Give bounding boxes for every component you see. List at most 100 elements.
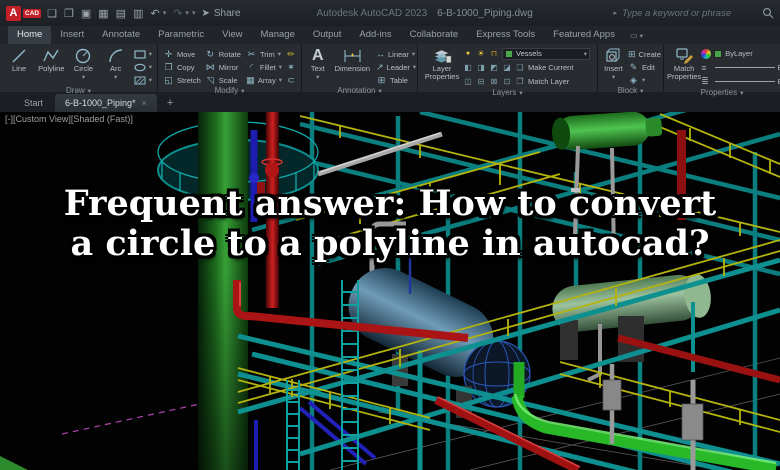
close-tab-icon[interactable]: × [142,98,147,108]
layer-properties-button[interactable]: Layer Properties [421,46,463,81]
tab-document[interactable]: 6-B-1000_Piping* × [55,94,157,112]
tab-insert[interactable]: Insert [51,26,93,44]
trim-button[interactable]: ✂ Trim ▾ [246,48,282,60]
search-expand-icon[interactable]: ▸ [613,9,617,17]
match-layer-button[interactable]: Match Layer [528,77,569,86]
leader-button[interactable]: ↗ Leader ▾ [376,61,416,73]
share-button[interactable]: ➤ Share [201,8,240,19]
dimension-button[interactable]: Dimension [331,46,374,73]
viewport-controls[interactable]: [-][Custom View][Shaded (Fast)] [5,114,133,124]
hatch-button[interactable]: ▾ [134,74,152,86]
arc-flyout-icon[interactable]: ▾ [114,73,117,81]
document-title: 6-B-1000_Piping.dwg [437,7,533,19]
table-icon: ⊞ [377,74,386,85]
save-icon[interactable]: ▣ [81,7,91,20]
move-button[interactable]: ✛ Move [163,48,201,60]
tab-express-tools[interactable]: Express Tools [467,26,544,44]
layer-tool-icon[interactable]: ⊟ [476,77,486,86]
panel-label-block[interactable]: Block ▾ [598,86,663,95]
tab-view[interactable]: View [213,26,251,44]
tab-featured-apps[interactable]: Featured Apps [544,26,624,44]
tab-annotate[interactable]: Annotate [93,26,149,44]
match-properties-button[interactable]: Match Properties [667,46,701,81]
linear-icon: ↔ [376,49,385,59]
layer-tool-icon[interactable]: ◫ [463,77,473,86]
tab-add-ins[interactable]: Add-ins [350,26,400,44]
text-flyout-icon[interactable]: ▾ [316,73,319,81]
layer-lock-icon[interactable]: ⊓ [489,49,499,58]
redo-dropdown-icon[interactable]: ▾ [185,9,189,17]
new-file-icon[interactable]: ❏ [47,7,57,20]
erase-button[interactable]: ✏ [286,48,296,60]
edit-block-button[interactable]: ✎ Edit [628,61,658,73]
fillet-icon: ◜ [249,61,254,72]
rotate-button[interactable]: ↻ Rotate [205,48,242,60]
drawing-viewport[interactable]: [-][Custom View][Shaded (Fast)] Frequent… [0,112,780,470]
block-flyout-button[interactable]: ◈ ▾ [628,74,658,86]
print-icon[interactable]: ▥ [133,7,143,20]
qat-customize-icon[interactable]: ▾ [192,9,196,17]
layer-tool-icon[interactable]: ◧ [463,63,473,72]
edit-block-icon: ✎ [629,61,638,72]
tab-start[interactable]: Start [14,94,53,112]
open-file-icon[interactable]: ❒ [64,7,74,20]
circle-flyout-icon[interactable]: ▾ [82,73,85,81]
table-button[interactable]: ⊞ Table [376,74,412,86]
create-block-button[interactable]: ⊞ Create [628,48,661,60]
rotate-icon: ↻ [206,48,215,59]
undo-icon[interactable]: ↶ [150,7,159,20]
object-color-dropdown[interactable]: ByLayer ▾ [701,47,780,60]
text-button[interactable]: A Text ▾ [305,46,331,81]
make-current-button[interactable]: Make Current [528,63,573,72]
offset-button[interactable]: ⊂ [286,74,296,86]
lineweight-dropdown[interactable]: ≡ ByLayer [701,61,780,74]
panel-label-layers[interactable]: Layers ▾ [418,88,597,97]
insert-flyout-icon[interactable]: ▾ [612,73,615,81]
ribbon-display-toggle[interactable]: ▭ ▾ [630,31,643,44]
rectangle-button[interactable]: ▾ [134,48,152,60]
layer-tool-icon[interactable]: ⊡ [502,77,512,86]
fillet-button[interactable]: ◜ Fillet ▾ [246,61,282,73]
layer-tool-icon[interactable]: ⊠ [489,77,499,86]
copy-button[interactable]: ❐ Copy [163,61,201,73]
search-input[interactable] [622,7,757,19]
plot-icon[interactable]: ▤ [116,7,126,20]
layer-on-bulb-icon[interactable]: ● [463,50,473,57]
line-button[interactable]: Line [3,46,35,73]
polyline-button[interactable]: Polyline [35,46,67,73]
circle-button[interactable]: Circle ▾ [67,46,99,81]
tab-output[interactable]: Output [304,26,351,44]
linear-dimension-button[interactable]: ↔ Linear ▾ [376,48,415,60]
polyline-icon [42,47,61,65]
mirror-button[interactable]: ⋈ Mirror [205,61,242,73]
search-icon[interactable] [762,7,774,19]
tab-manage[interactable]: Manage [252,26,304,44]
linetype-dropdown[interactable]: ≣ ByLayer [701,75,780,88]
layer-selector-dropdown[interactable]: Vessels ▾ [502,47,590,60]
tab-parametric[interactable]: Parametric [149,26,213,44]
layer-tool-icon[interactable]: ◪ [502,63,512,72]
layer-freeze-sun-icon[interactable]: ☀ [476,49,486,58]
redo-icon[interactable]: ↷ [173,7,182,20]
explode-button[interactable]: ✶ [286,61,296,73]
copy-icon: ❐ [164,61,173,72]
save-as-icon[interactable]: ▦ [98,7,108,20]
stretch-button[interactable]: ◱ Stretch [163,74,201,86]
viewport-3d-scene[interactable] [0,112,780,470]
move-icon: ✛ [164,48,173,59]
panel-label-properties[interactable]: Properties ▾ [664,88,780,97]
scale-button[interactable]: ◹ Scale [205,74,242,86]
layer-tool-icon[interactable]: ◩ [489,63,499,72]
undo-dropdown-icon[interactable]: ▾ [163,9,167,17]
layer-tool-icon[interactable]: ◨ [476,63,486,72]
panel-label-annotation[interactable]: Annotation ▾ [302,86,417,95]
insert-block-button[interactable]: Insert ▾ [601,46,626,81]
array-button[interactable]: ▦ Array ▾ [246,74,282,86]
arc-button[interactable]: Arc ▾ [100,46,132,81]
tab-home[interactable]: Home [8,26,52,44]
tab-collaborate[interactable]: Collaborate [401,26,468,44]
match-properties-icon [675,47,694,65]
new-tab-button[interactable]: + [159,94,181,112]
ellipse-button[interactable]: ▾ [134,61,152,73]
autocad-logo-icon[interactable]: A CAD [6,5,42,21]
